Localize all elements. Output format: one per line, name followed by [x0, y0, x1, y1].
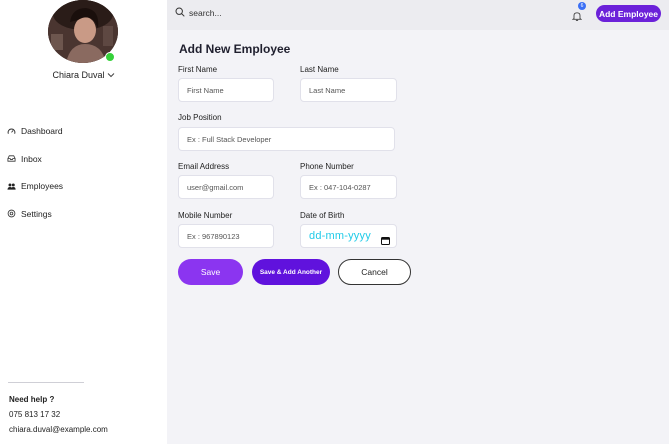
- page-title: Add New Employee: [179, 42, 291, 56]
- last-name-field[interactable]: [300, 78, 397, 102]
- add-employee-button[interactable]: Add Employee: [596, 5, 661, 22]
- dob-field[interactable]: dd-mm-yyyy: [300, 224, 397, 248]
- divider: [8, 382, 84, 383]
- email-label: Email Address: [178, 162, 230, 171]
- user-name: Chiara Duval: [52, 70, 105, 80]
- last-name-label: Last Name: [300, 65, 339, 74]
- sidebar-nav: Dashboard Inbox Employees Settings: [6, 124, 63, 234]
- sidebar-item-label: Employees: [21, 181, 64, 191]
- first-name-field[interactable]: [178, 78, 274, 102]
- job-position-field[interactable]: [178, 127, 395, 151]
- mobile-field[interactable]: [178, 224, 274, 248]
- sidebar-item-employees[interactable]: Employees: [6, 179, 63, 193]
- search-input[interactable]: [189, 8, 429, 18]
- top-bar: 6 Add Employee: [167, 0, 669, 30]
- help-phone[interactable]: 075 813 17 32: [9, 407, 108, 422]
- notification-badge: 6: [578, 2, 586, 10]
- first-name-label: First Name: [178, 65, 218, 74]
- sidebar-item-dashboard[interactable]: Dashboard: [6, 124, 63, 138]
- mobile-label: Mobile Number: [178, 211, 233, 220]
- people-icon: [6, 181, 16, 191]
- save-button[interactable]: Save: [178, 259, 243, 285]
- help-section: Need help ? 075 813 17 32 chiara.duval@e…: [9, 392, 108, 437]
- sidebar-item-label: Inbox: [21, 153, 42, 164]
- gauge-icon: [6, 126, 16, 136]
- main-content: 6 Add Employee Add New Employee First Na…: [167, 0, 669, 444]
- chevron-down-icon: [107, 71, 115, 80]
- app-window: Chiara Duval Dashboard Inbox Employees S…: [0, 0, 669, 444]
- save-and-add-another-button[interactable]: Save & Add Another: [252, 259, 330, 285]
- gear-icon: [6, 209, 16, 219]
- phone-label: Phone Number: [300, 162, 354, 171]
- dob-label: Date of Birth: [300, 211, 345, 220]
- search-icon: [175, 4, 185, 22]
- job-position-label: Job Position: [178, 113, 222, 122]
- email-field[interactable]: [178, 175, 274, 199]
- online-status-dot: [105, 52, 115, 62]
- sidebar-item-settings[interactable]: Settings: [6, 207, 63, 221]
- dob-placeholder: dd-mm-yyyy: [309, 230, 371, 242]
- search-bar[interactable]: [175, 6, 475, 20]
- sidebar-item-label: Settings: [21, 208, 52, 219]
- sidebar-item-label: Dashboard: [21, 126, 63, 136]
- phone-field[interactable]: [300, 175, 397, 199]
- calendar-icon[interactable]: [381, 232, 390, 245]
- sidebar: Chiara Duval Dashboard Inbox Employees S…: [0, 0, 167, 444]
- cancel-button[interactable]: Cancel: [338, 259, 411, 285]
- sidebar-item-inbox[interactable]: Inbox: [6, 152, 63, 166]
- inbox-icon: [6, 154, 16, 164]
- user-menu[interactable]: Chiara Duval: [0, 70, 167, 80]
- help-email[interactable]: chiara.duval@example.com: [9, 422, 108, 437]
- help-title: Need help ?: [9, 395, 55, 404]
